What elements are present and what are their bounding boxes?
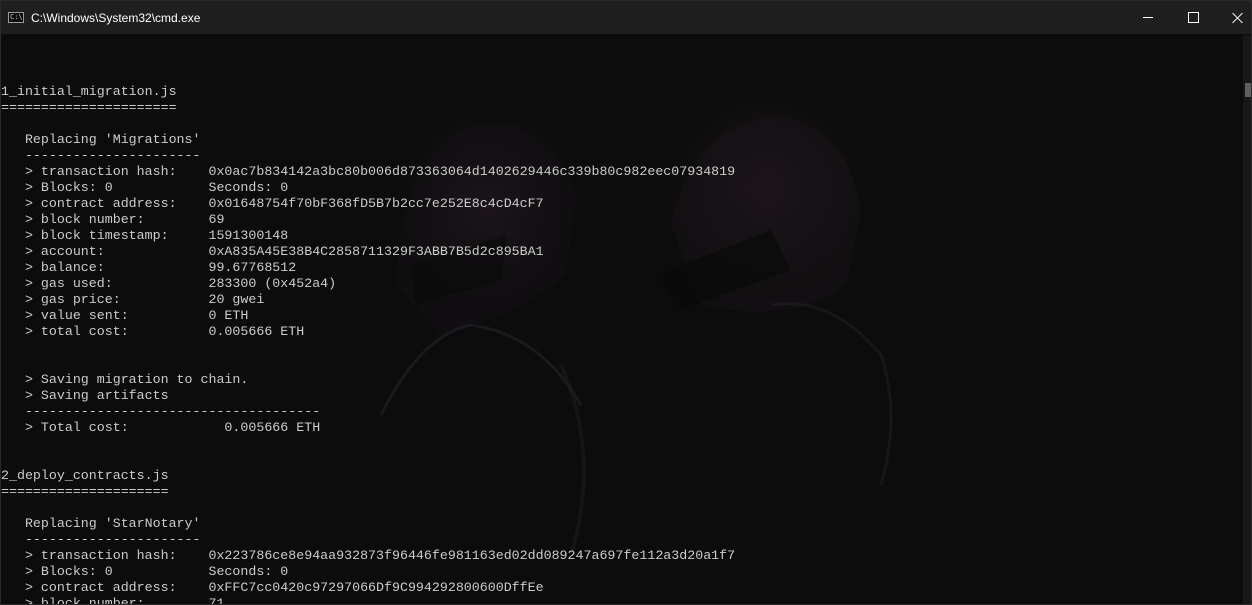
console-line: > gas price: 20 gwei xyxy=(1,292,265,307)
console-line: > block number: 71 xyxy=(1,596,225,604)
vertical-scrollbar[interactable] xyxy=(1243,35,1251,604)
maximize-icon xyxy=(1187,12,1199,23)
cmd-window: C:\ C:\Windows\System32\cmd.exe 1_initia… xyxy=(0,0,1252,605)
console-line: ====================== xyxy=(1,100,177,115)
console-line: > account: 0xA835A45E38B4C2858711329F3AB… xyxy=(1,244,544,259)
console-line: > block number: 69 xyxy=(1,212,225,227)
minimize-button[interactable] xyxy=(1125,1,1171,34)
console-line: 2_deploy_contracts.js xyxy=(1,468,169,483)
console-line: > gas used: 283300 (0x452a4) xyxy=(1,276,337,291)
console-line: > Saving migration to chain. xyxy=(1,372,249,387)
console-line: ------------------------------------- xyxy=(1,404,321,419)
console-line: > block timestamp: 1591300148 xyxy=(1,228,289,243)
title-bar[interactable]: C:\ C:\Windows\System32\cmd.exe xyxy=(1,1,1251,34)
console-area[interactable]: 1_initial_migration.js ==================… xyxy=(1,35,1243,604)
console-line: > transaction hash: 0x0ac7b834142a3bc80b… xyxy=(1,164,736,179)
console-line: > Blocks: 0 Seconds: 0 xyxy=(1,564,289,579)
maximize-button[interactable] xyxy=(1170,1,1216,34)
cmd-app-icon[interactable]: C:\ xyxy=(8,12,24,23)
console-line: ---------------------- xyxy=(1,532,201,547)
close-icon xyxy=(1232,12,1244,24)
console-line: > balance: 99.67768512 xyxy=(1,260,297,275)
console-line: > Total cost: 0.005666 ETH xyxy=(1,420,321,435)
console-line: 1_initial_migration.js xyxy=(1,84,177,99)
console-line: > contract address: 0xFFC7cc0420c9729706… xyxy=(1,580,544,595)
console-line: > transaction hash: 0x223786ce8e94aa9328… xyxy=(1,548,736,563)
console-line: Replacing 'StarNotary' xyxy=(1,516,201,531)
console-line: ---------------------- xyxy=(1,148,201,163)
scrollbar-thumb[interactable] xyxy=(1245,83,1251,97)
minimize-icon xyxy=(1143,17,1153,18)
console-line: > Blocks: 0 Seconds: 0 xyxy=(1,180,289,195)
console-line: > contract address: 0x01648754f70bF368fD… xyxy=(1,196,544,211)
console-line: > value sent: 0 ETH xyxy=(1,308,249,323)
console-line: > total cost: 0.005666 ETH xyxy=(1,324,305,339)
close-button[interactable] xyxy=(1215,1,1252,34)
console-output: 1_initial_migration.js ==================… xyxy=(1,68,735,604)
window-title: C:\Windows\System32\cmd.exe xyxy=(31,11,201,25)
console-line: Replacing 'Migrations' xyxy=(1,132,201,147)
console-line: ===================== xyxy=(1,484,169,499)
console-line: > Saving artifacts xyxy=(1,388,169,403)
